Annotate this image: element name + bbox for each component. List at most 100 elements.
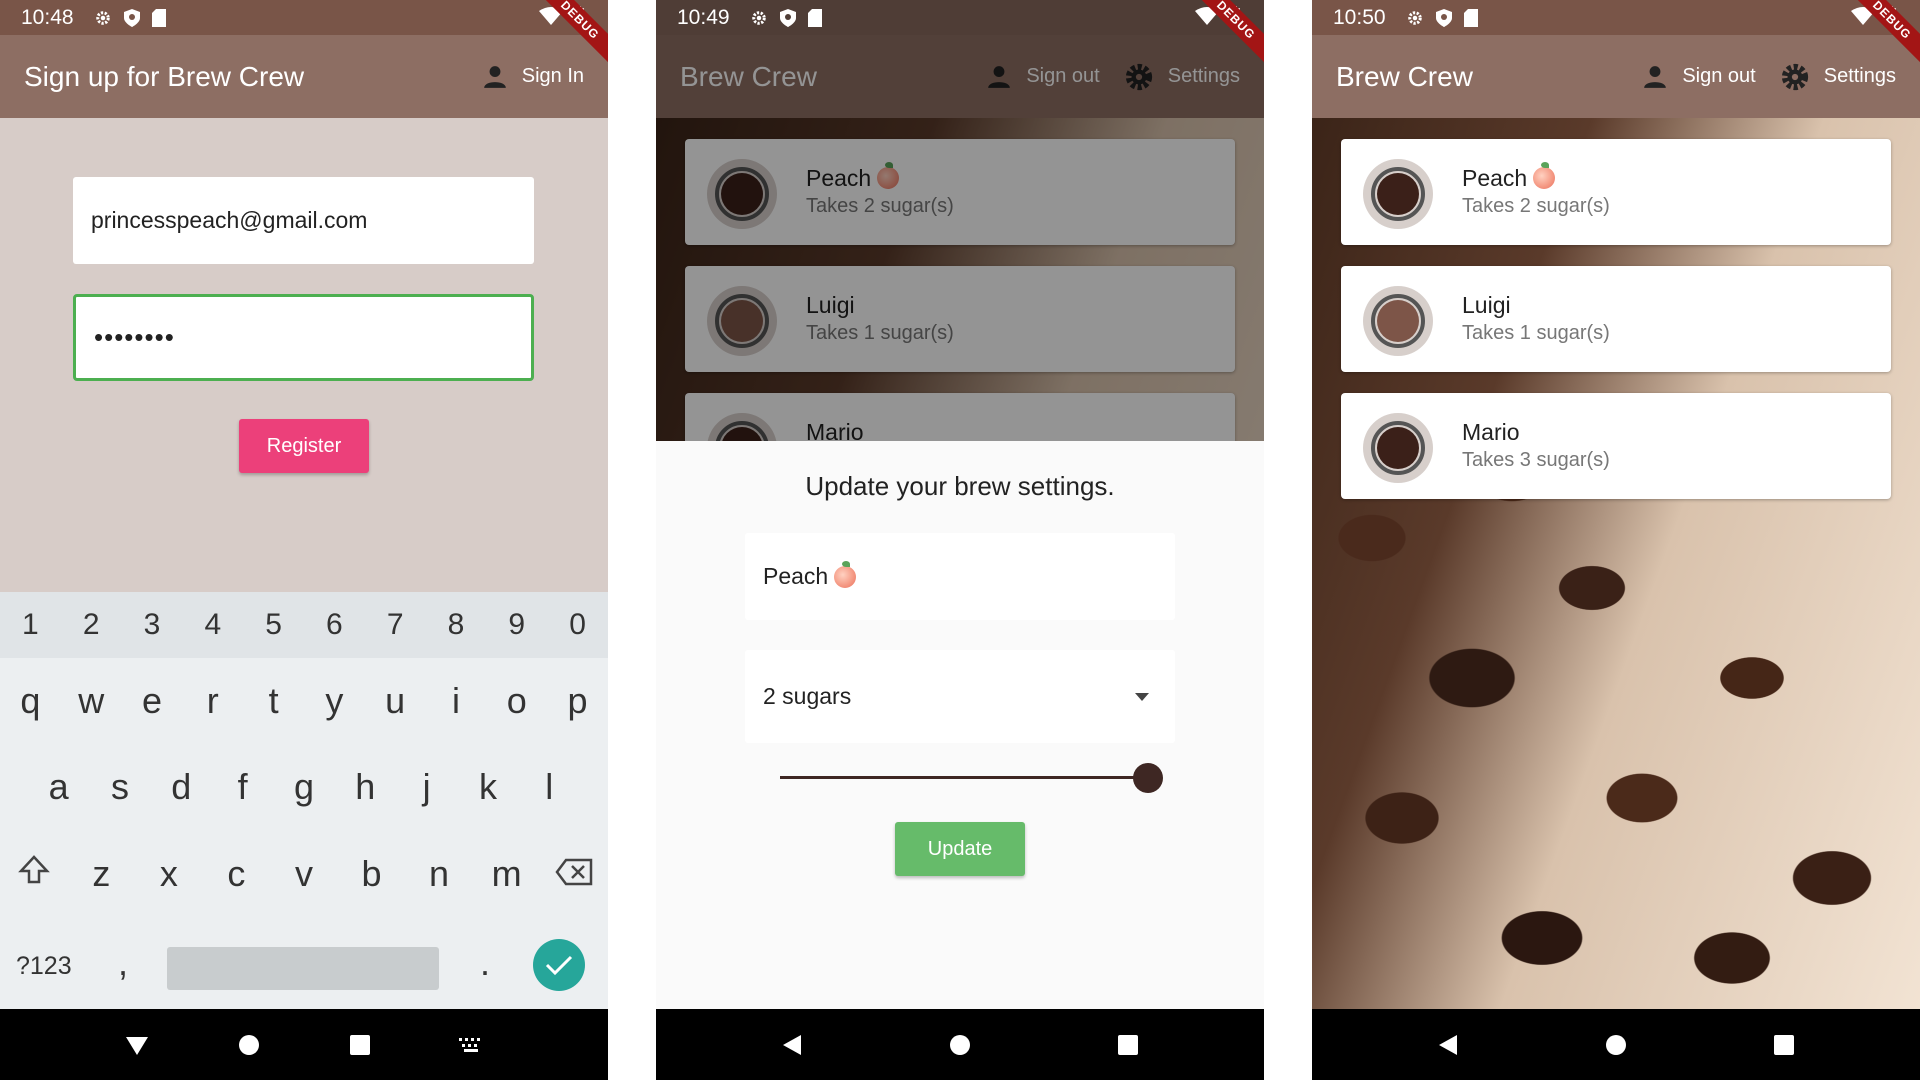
app-bar: Brew Crew Sign out Settings [1312, 35, 1920, 118]
key[interactable]: g [278, 766, 330, 808]
key[interactable]: 5 [248, 608, 300, 642]
key[interactable]: e [126, 680, 178, 722]
backspace-key[interactable] [548, 853, 600, 895]
recents-icon[interactable] [1117, 1034, 1139, 1056]
soft-keyboard: 1 2 3 4 5 6 7 8 9 0 q w e r t y u i o p … [0, 592, 608, 1009]
home-icon[interactable] [237, 1033, 261, 1057]
brew-tile[interactable]: Mario Takes 3 sugar(s) [1341, 393, 1891, 499]
email-field[interactable]: princesspeach@gmail.com [73, 177, 534, 264]
key[interactable]: w [65, 680, 117, 722]
key[interactable]: f [217, 766, 269, 808]
status-time: 10:50 [1333, 5, 1386, 29]
key[interactable]: c [210, 853, 262, 895]
key[interactable]: l [523, 766, 575, 808]
brew-name: Luigi [1462, 292, 1511, 318]
home-screen: 10:50 DEBUG Brew Crew Sign out Settings … [1312, 0, 1920, 1080]
key[interactable]: j [401, 766, 453, 808]
settings-bottom-sheet: Update your brew settings. Peach 2 sugar… [656, 441, 1264, 1009]
key[interactable]: b [346, 853, 398, 895]
key[interactable]: k [462, 766, 514, 808]
recents-icon[interactable] [349, 1034, 371, 1056]
key[interactable]: q [4, 680, 56, 722]
key[interactable]: m [481, 853, 533, 895]
name-value: Peach [763, 563, 829, 589]
register-button[interactable]: Register [239, 419, 369, 473]
coffee-avatar [1363, 413, 1433, 483]
key[interactable]: p [552, 680, 604, 722]
period-key[interactable]: . [480, 942, 490, 984]
brew-tile[interactable]: Luigi Takes 1 sugar(s) [1341, 266, 1891, 372]
status-time: 10:48 [21, 5, 74, 29]
key[interactable]: 0 [552, 608, 604, 642]
back-icon[interactable] [124, 1033, 150, 1057]
system-nav-bar [0, 1009, 608, 1080]
key[interactable]: 9 [491, 608, 543, 642]
sugars-dropdown[interactable]: 2 sugars [745, 650, 1175, 743]
enter-key[interactable] [533, 939, 585, 991]
key[interactable]: 6 [308, 608, 360, 642]
strength-slider-thumb[interactable] [1133, 763, 1163, 793]
strength-slider-track[interactable] [780, 776, 1148, 779]
key[interactable]: r [187, 680, 239, 722]
space-key[interactable] [167, 947, 439, 990]
key[interactable]: 7 [369, 608, 421, 642]
brew-sugars: Takes 2 sugar(s) [1462, 195, 1610, 217]
key[interactable]: t [248, 680, 300, 722]
sheet-heading: Update your brew settings. [805, 471, 1115, 501]
settings-screen: 10:49 DEBUG Brew Crew Sign out Settings … [656, 0, 1264, 1080]
key[interactable]: v [278, 853, 330, 895]
home-icon[interactable] [1604, 1033, 1628, 1057]
key[interactable]: h [339, 766, 391, 808]
key[interactable]: u [369, 680, 421, 722]
update-button[interactable]: Update [895, 822, 1025, 876]
shift-key[interactable] [8, 853, 60, 895]
page-title: Sign up for Brew Crew [24, 60, 305, 92]
comma-key[interactable]: , [118, 942, 128, 984]
key[interactable]: y [308, 680, 360, 722]
sign-in-label: Sign In [521, 65, 584, 87]
back-icon[interactable] [781, 1033, 803, 1057]
settings-status-icon [1407, 10, 1422, 25]
person-icon [483, 65, 506, 88]
sign-out-button[interactable]: Sign out [1642, 64, 1756, 90]
coffee-fill [1377, 427, 1419, 469]
key[interactable]: o [491, 680, 543, 722]
key[interactable]: n [413, 853, 465, 895]
coffee-background-image [1312, 118, 1920, 1009]
modal-scrim[interactable] [656, 35, 1264, 441]
key[interactable]: d [155, 766, 207, 808]
system-nav-bar [656, 1009, 1264, 1080]
keyboard-number-row: 1 2 3 4 5 6 7 8 9 0 [0, 592, 608, 658]
recents-icon[interactable] [1773, 1034, 1795, 1056]
sign-in-button[interactable]: Sign In [482, 64, 584, 90]
check-icon [545, 955, 573, 976]
symbols-key[interactable]: ?123 [16, 952, 72, 981]
key[interactable]: 4 [187, 608, 239, 642]
keyboard-row-1: q w e r t y u i o p [0, 671, 608, 731]
coffee-fill [1377, 173, 1419, 215]
coffee-avatar [1363, 159, 1433, 229]
backspace-icon [555, 858, 593, 886]
password-field[interactable]: •••••••• [73, 294, 534, 381]
brew-tile[interactable]: Peach Takes 2 sugar(s) [1341, 139, 1891, 245]
key[interactable]: x [143, 853, 195, 895]
key[interactable]: i [430, 680, 482, 722]
key[interactable]: s [94, 766, 146, 808]
keyboard-switch-icon[interactable] [458, 1037, 484, 1053]
home-icon[interactable] [948, 1033, 972, 1057]
key[interactable]: z [75, 853, 127, 895]
back-icon[interactable] [1437, 1033, 1459, 1057]
key[interactable]: 2 [65, 608, 117, 642]
peach-emoji-icon [834, 560, 857, 588]
keyboard-row-2: a s d f g h j k l [0, 757, 608, 817]
name-field[interactable]: Peach [745, 533, 1175, 620]
key[interactable]: 3 [126, 608, 178, 642]
key[interactable]: 8 [430, 608, 482, 642]
key[interactable]: 1 [4, 608, 56, 642]
dropdown-arrow-icon [1135, 692, 1149, 701]
settings-button[interactable]: Settings [1780, 62, 1896, 92]
keyboard-bottom-row: ?123 , . [0, 932, 608, 1002]
brew-name: Mario [1462, 419, 1520, 445]
coffee-fill [1377, 300, 1419, 342]
key[interactable]: a [33, 766, 85, 808]
